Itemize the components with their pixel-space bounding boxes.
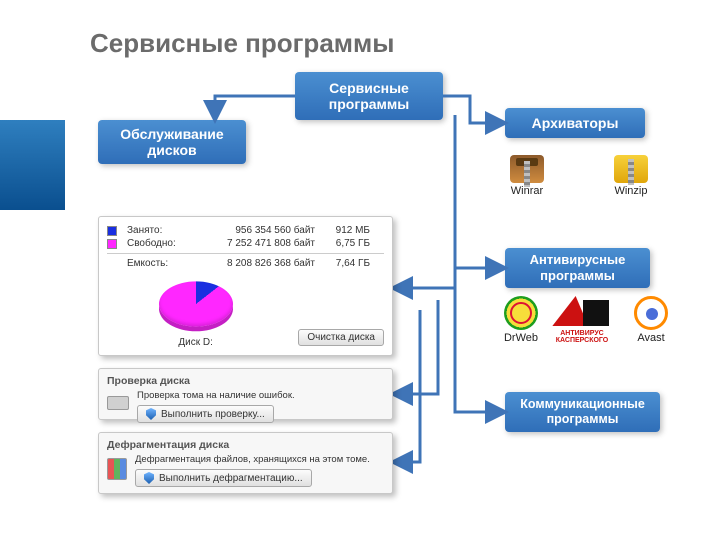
cleanup-button-label: Очистка диска — [307, 332, 375, 343]
box-comm: Коммуникационные программы — [505, 392, 660, 432]
icon-drweb: DrWeb — [500, 296, 542, 344]
avast-label: Avast — [637, 332, 664, 344]
panel-disk-usage: Занято: 956 354 560 байт 912 МБ Свободно… — [98, 216, 393, 356]
panel-check-disk: Проверка диска Проверка тома на наличие … — [98, 368, 393, 420]
defrag-text: Дефрагментация файлов, хранящихся на это… — [135, 454, 384, 465]
human-free: 6,75 ГБ — [325, 238, 370, 249]
shield-icon — [144, 472, 154, 484]
run-defrag-button[interactable]: Выполнить дефрагментацию... — [135, 469, 312, 487]
icon-avast: Avast — [630, 296, 672, 344]
box-disk-maint: Обслуживание дисков — [98, 120, 246, 164]
pie-chart — [159, 281, 233, 326]
panel-defrag: Дефрагментация диска Дефрагментация файл… — [98, 432, 393, 494]
side-accent — [0, 120, 65, 210]
run-check-label: Выполнить проверку... — [161, 409, 265, 420]
row-used: Занято: 956 354 560 байт 912 МБ — [107, 225, 384, 236]
label-total: Емкость: — [127, 258, 185, 269]
drive-label: Диск D: — [178, 337, 213, 348]
bytes-total: 8 208 826 368 байт — [195, 258, 315, 269]
swatch-free — [107, 239, 117, 249]
page-title: Сервисные программы — [90, 28, 394, 59]
defrag-header: Дефрагментация диска — [107, 439, 384, 451]
check-text: Проверка тома на наличие ошибок. — [137, 390, 384, 401]
box-antivirus: Антивирусные программы — [505, 248, 650, 288]
cleanup-button[interactable]: Очистка диска — [298, 329, 384, 346]
bytes-used: 956 354 560 байт — [195, 225, 315, 236]
kaspersky-icon — [555, 296, 609, 330]
kaspersky-label-1: АНТИВИРУС — [560, 330, 604, 337]
icon-kaspersky: АНТИВИРУС КАСПЕРСКОГО — [548, 296, 616, 344]
run-defrag-label: Выполнить дефрагментацию... — [159, 473, 303, 484]
bytes-free: 7 252 471 808 байт — [195, 238, 315, 249]
box-archivers: Архиваторы — [505, 108, 645, 138]
hdd-icon — [107, 396, 129, 410]
defrag-icon — [107, 458, 127, 480]
icon-winrar: Winrar — [508, 155, 546, 197]
icon-winzip: Winzip — [612, 155, 650, 197]
winzip-label: Winzip — [614, 185, 647, 197]
check-header: Проверка диска — [107, 375, 384, 387]
run-check-button[interactable]: Выполнить проверку... — [137, 405, 274, 423]
avast-icon — [634, 296, 668, 330]
box-service: Сервисные программы — [295, 72, 443, 120]
drweb-label: DrWeb — [504, 332, 538, 344]
kaspersky-label-2: КАСПЕРСКОГО — [556, 337, 609, 344]
swatch-used — [107, 226, 117, 236]
winrar-icon — [510, 155, 544, 183]
label-used: Занято: — [127, 225, 185, 236]
winzip-icon — [614, 155, 648, 183]
row-free: Свободно: 7 252 471 808 байт 6,75 ГБ — [107, 238, 384, 249]
shield-icon — [146, 408, 156, 420]
human-used: 912 МБ — [325, 225, 370, 236]
drweb-icon — [504, 296, 538, 330]
human-total: 7,64 ГБ — [325, 258, 370, 269]
label-free: Свободно: — [127, 238, 185, 249]
row-total: Емкость: 8 208 826 368 байт 7,64 ГБ — [107, 253, 384, 269]
